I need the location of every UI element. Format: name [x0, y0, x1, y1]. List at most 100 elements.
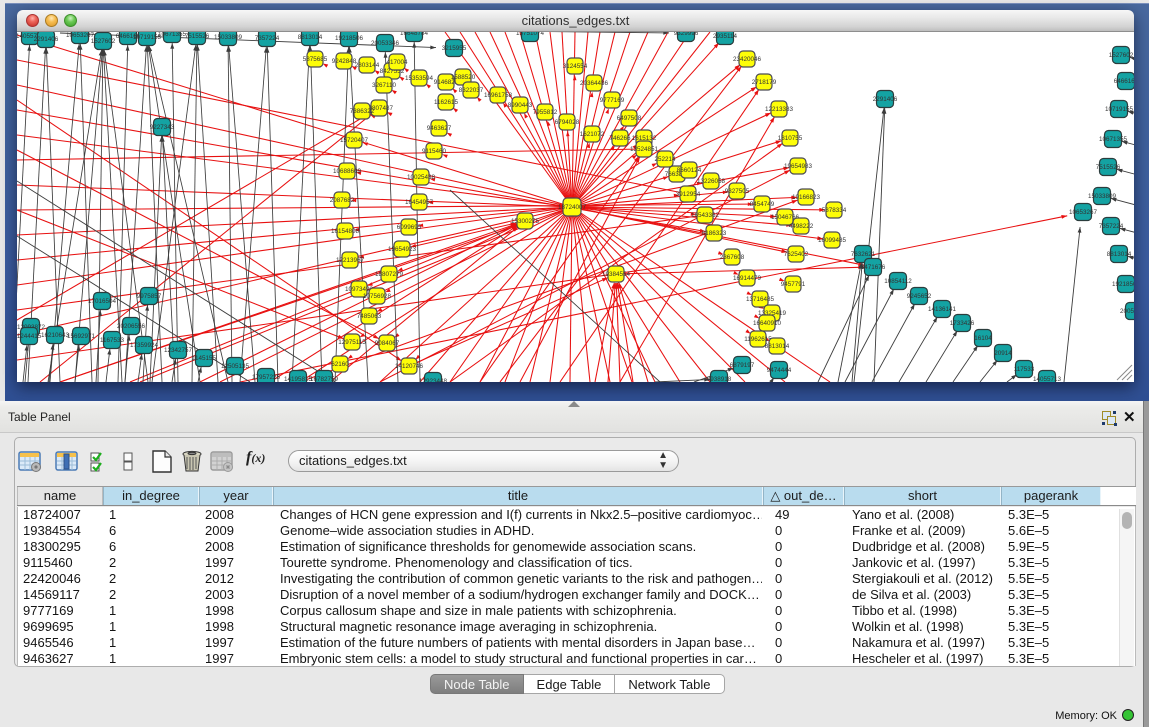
svg-text:8813014: 8813014 [765, 343, 790, 350]
svg-text:8322037: 8322037 [459, 87, 484, 94]
svg-text:1588520: 1588520 [451, 74, 476, 81]
svg-text:15751074: 15751074 [516, 32, 545, 37]
svg-text:20364436: 20364436 [580, 80, 609, 87]
svg-text:15720407: 15720407 [340, 137, 369, 144]
svg-text:2291406: 2291406 [34, 36, 59, 43]
svg-text:13524851: 13524851 [630, 146, 659, 153]
svg-text:14055713: 14055713 [1033, 376, 1062, 382]
svg-text:16648784: 16648784 [400, 32, 429, 37]
svg-text:3912954: 3912954 [676, 191, 701, 198]
svg-text:7515526: 7515526 [185, 33, 210, 40]
svg-text:8471676: 8471676 [861, 264, 886, 271]
svg-text:11962615: 11962615 [744, 336, 772, 343]
svg-text:6466160: 6466160 [1114, 78, 1134, 85]
svg-text:9474444: 9474444 [767, 367, 792, 374]
svg-text:8938918: 8938918 [707, 376, 732, 382]
svg-text:12505135: 12505135 [221, 363, 250, 370]
svg-text:7357224: 7357224 [1099, 223, 1124, 230]
svg-text:3124554: 3124554 [563, 63, 588, 70]
svg-text:1810755: 1810755 [778, 135, 803, 142]
svg-text:2087682: 2087682 [330, 197, 355, 204]
svg-text:1733426: 1733426 [950, 320, 975, 327]
svg-text:1244415: 1244415 [17, 333, 42, 340]
svg-text:4498222: 4498222 [789, 223, 814, 230]
svg-text:6497508: 6497508 [617, 115, 642, 122]
svg-text:20053346: 20053346 [1120, 308, 1134, 315]
svg-text:12213383: 12213383 [765, 106, 794, 113]
svg-text:7386322: 7386322 [350, 108, 375, 115]
svg-text:7485063: 7485063 [357, 313, 382, 320]
svg-text:13226058: 13226058 [697, 178, 726, 185]
svg-text:1167533: 1167533 [100, 337, 125, 344]
svg-text:62160: 62160 [331, 361, 349, 368]
svg-text:8813014: 8813014 [1107, 251, 1132, 258]
svg-text:9457791: 9457791 [781, 281, 806, 288]
svg-text:1145155: 1145155 [192, 355, 217, 362]
svg-text:10671355: 10671355 [158, 32, 187, 38]
svg-text:10653267: 10653267 [1069, 209, 1098, 216]
svg-text:9327505: 9327505 [725, 188, 750, 195]
svg-text:20206556: 20206556 [117, 323, 146, 330]
svg-text:19218506: 19218506 [1112, 281, 1134, 288]
svg-text:2367608: 2367608 [720, 254, 745, 261]
svg-text:19218506: 19218506 [335, 35, 364, 42]
svg-text:1527602: 1527602 [91, 38, 116, 45]
svg-text:9329996: 9329996 [674, 32, 699, 37]
svg-text:9227343: 9227343 [150, 124, 175, 131]
svg-text:17957225: 17957225 [252, 374, 281, 381]
svg-text:20053346: 20053346 [371, 40, 400, 47]
svg-text:9777169: 9777169 [600, 97, 625, 104]
svg-text:16961758: 16961758 [484, 92, 513, 99]
svg-text:10756928: 10756928 [363, 293, 392, 300]
svg-text:17359924: 17359924 [130, 342, 159, 349]
svg-text:2803144: 2803144 [355, 62, 380, 69]
svg-text:12975115: 12975115 [338, 339, 366, 346]
svg-text:9463627: 9463627 [427, 125, 452, 132]
svg-text:15033809: 15033809 [214, 34, 243, 41]
svg-text:18807279: 18807279 [375, 271, 404, 278]
svg-text:10688609: 10688609 [333, 168, 362, 175]
svg-text:16104: 16104 [974, 335, 992, 342]
svg-text:417004: 417004 [386, 59, 408, 66]
svg-text:15300275: 15300275 [511, 218, 540, 225]
svg-text:13716485: 13716485 [746, 296, 775, 303]
svg-text:15692971: 15692971 [67, 333, 96, 340]
svg-text:8813014: 8813014 [298, 34, 323, 41]
svg-text:252214: 252214 [654, 156, 676, 163]
svg-text:746266: 746266 [609, 135, 631, 142]
svg-text:9975857: 9975857 [137, 293, 162, 300]
svg-text:12342757: 12342757 [164, 347, 193, 354]
svg-text:14195815: 14195815 [284, 376, 313, 382]
svg-text:6794028: 6794028 [555, 119, 580, 126]
svg-text:10854112: 10854112 [884, 278, 912, 285]
svg-text:1162615: 1162615 [434, 99, 459, 106]
svg-text:8990443: 8990443 [508, 102, 533, 109]
svg-text:9245652: 9245652 [907, 293, 932, 300]
svg-text:23420046: 23420046 [733, 56, 762, 63]
svg-text:3215955: 3215955 [442, 45, 467, 52]
svg-text:16210643: 16210643 [41, 332, 70, 339]
svg-text:8186323: 8186323 [702, 230, 727, 237]
svg-text:19654983: 19654983 [784, 163, 813, 170]
svg-text:20914: 20914 [994, 350, 1012, 357]
svg-text:8454749: 8454749 [750, 201, 775, 208]
svg-text:5878334: 5878334 [822, 207, 847, 214]
svg-text:7357224: 7357224 [255, 35, 280, 42]
svg-text:10719155: 10719155 [1105, 106, 1134, 113]
svg-text:12213967: 12213967 [336, 257, 365, 264]
svg-text:19654923: 19654923 [388, 246, 417, 253]
svg-text:7625402: 7625402 [784, 251, 809, 258]
svg-text:3267110: 3267110 [372, 82, 397, 89]
svg-text:2718179: 2718179 [752, 79, 777, 86]
svg-text:5875685: 5875685 [303, 56, 328, 63]
svg-text:9084067: 9084067 [375, 340, 400, 347]
svg-text:18724007: 18724007 [558, 204, 587, 211]
svg-text:12923448: 12923448 [419, 378, 448, 382]
svg-text:16914479: 16914479 [733, 275, 762, 282]
svg-text:2291406: 2291406 [873, 96, 898, 103]
svg-text:1527602: 1527602 [1109, 52, 1134, 59]
svg-text:7632621: 7632621 [851, 251, 876, 258]
svg-text:17016504: 17016504 [88, 298, 117, 305]
svg-text:1621072: 1621072 [580, 131, 605, 138]
svg-text:8660124: 8660124 [677, 167, 702, 174]
